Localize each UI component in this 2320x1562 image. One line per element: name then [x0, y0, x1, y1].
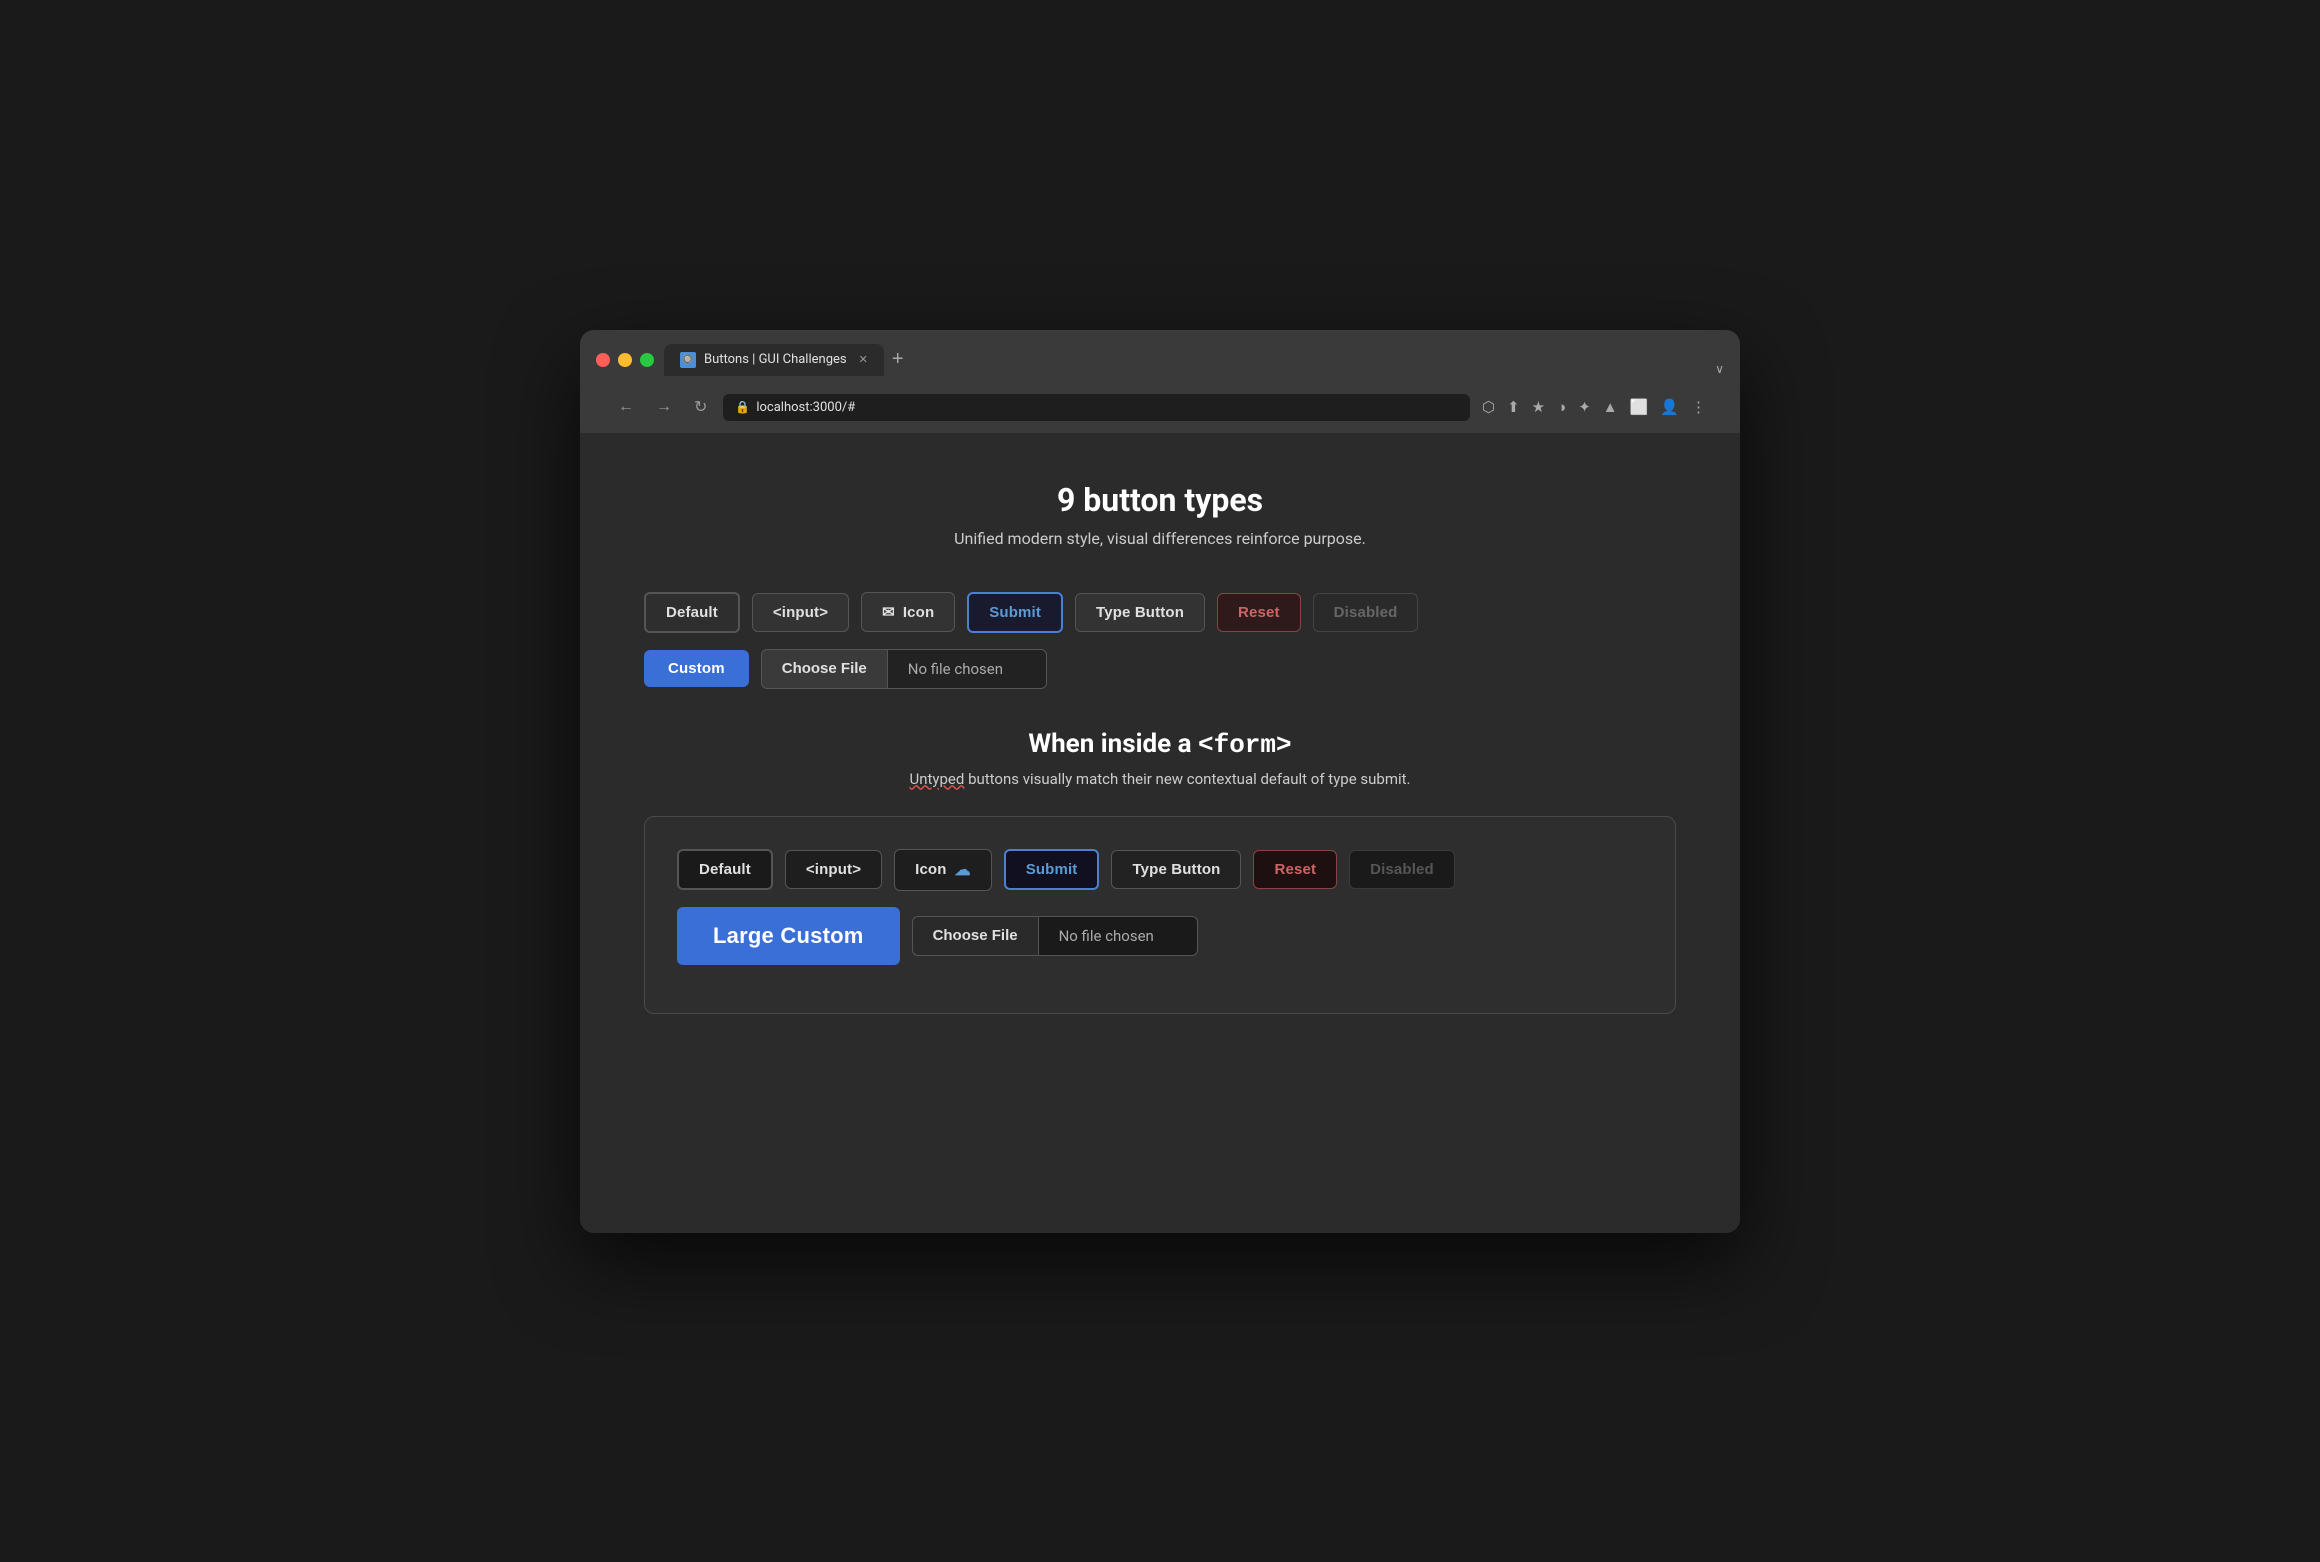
- form-section-subtitle: Untyped buttons visually match their new…: [644, 770, 1676, 788]
- custom-button[interactable]: Custom: [644, 650, 749, 687]
- icon-button[interactable]: ✉ Icon: [861, 592, 955, 632]
- choose-file-button[interactable]: Choose File: [761, 649, 887, 689]
- browser-window: 🔘 Buttons | GUI Challenges ✕ + ∨ ← → ↻ 🔒…: [580, 330, 1740, 1233]
- lock-icon: 🔒: [735, 400, 750, 414]
- traffic-lights: [596, 353, 654, 367]
- form-button-row-2: Large Custom Choose File No file chosen: [677, 907, 1643, 965]
- bookmark-icon[interactable]: ★: [1530, 396, 1547, 418]
- button-row-1: Default <input> ✉ Icon Submit Type Butto…: [644, 592, 1676, 633]
- close-button[interactable]: [596, 353, 610, 367]
- toolbar-icons: ⬡ ⬆ ★ ◑ ✦ ▲ ⬜ 👤 ⋮: [1480, 396, 1708, 418]
- type-button-button[interactable]: Type Button: [1075, 593, 1205, 632]
- page-title: 9 button types: [644, 481, 1676, 519]
- form-input-button[interactable]: <input>: [785, 850, 882, 889]
- envelope-icon: ✉: [882, 603, 895, 621]
- form-type-button-button[interactable]: Type Button: [1111, 850, 1241, 889]
- share-icon[interactable]: ⬆: [1505, 396, 1522, 418]
- page-content: 9 button types Unified modern style, vis…: [580, 433, 1740, 1233]
- form-section-title: When inside a <form>: [644, 729, 1676, 760]
- form-icon-button[interactable]: Icon ☁: [894, 849, 992, 891]
- sidebar-icon[interactable]: ⬜: [1628, 396, 1651, 418]
- form-no-file-chosen-label: No file chosen: [1038, 916, 1198, 956]
- forward-button[interactable]: →: [650, 396, 678, 418]
- external-link-icon[interactable]: ⬡: [1480, 396, 1497, 418]
- tab-bar: 🔘 Buttons | GUI Challenges ✕ + ∨: [664, 344, 1724, 376]
- default-button[interactable]: Default: [644, 592, 740, 633]
- maximize-button[interactable]: [640, 353, 654, 367]
- refresh-button[interactable]: ↻: [688, 395, 713, 419]
- form-default-button[interactable]: Default: [677, 849, 773, 890]
- form-file-input-wrapper: Choose File No file chosen: [912, 916, 1198, 956]
- minimize-button[interactable]: [618, 353, 632, 367]
- back-button[interactable]: ←: [612, 396, 640, 418]
- page-subtitle: Unified modern style, visual differences…: [644, 529, 1676, 548]
- form-section: When inside a <form> Untyped buttons vis…: [644, 729, 1676, 1014]
- file-input-wrapper: Choose File No file chosen: [761, 649, 1047, 689]
- address-input[interactable]: 🔒 localhost:3000/#: [723, 394, 1470, 421]
- submit-button[interactable]: Submit: [967, 592, 1063, 633]
- tab-title: Buttons | GUI Challenges: [704, 352, 847, 367]
- reset-button[interactable]: Reset: [1217, 593, 1301, 632]
- tab-chevron-icon[interactable]: ∨: [1715, 362, 1724, 376]
- cloud-icon: ☁: [955, 860, 971, 880]
- new-tab-button[interactable]: +: [884, 344, 912, 375]
- tab-favicon: 🔘: [680, 352, 696, 368]
- form-choose-file-button[interactable]: Choose File: [912, 916, 1038, 956]
- extension-icon-2[interactable]: ✦: [1576, 396, 1593, 418]
- form-button-row-1: Default <input> Icon ☁ Submit Type Butto…: [677, 849, 1643, 891]
- no-file-chosen-label: No file chosen: [887, 649, 1047, 689]
- title-bar: 🔘 Buttons | GUI Challenges ✕ + ∨ ← → ↻ 🔒…: [580, 330, 1740, 433]
- form-reset-button[interactable]: Reset: [1253, 850, 1337, 889]
- menu-icon[interactable]: ⋮: [1689, 396, 1708, 418]
- input-button[interactable]: <input>: [752, 593, 849, 632]
- extension-icon-3[interactable]: ▲: [1601, 396, 1620, 418]
- large-custom-button[interactable]: Large Custom: [677, 907, 900, 965]
- form-submit-button[interactable]: Submit: [1004, 849, 1100, 890]
- profile-icon[interactable]: 👤: [1658, 396, 1681, 418]
- extension-icon-1[interactable]: ◑: [1555, 396, 1568, 418]
- address-bar: ← → ↻ 🔒 localhost:3000/# ⬡ ⬆ ★ ◑ ✦ ▲ ⬜ 👤…: [596, 386, 1724, 433]
- button-row-2: Custom Choose File No file chosen: [644, 649, 1676, 689]
- active-tab[interactable]: 🔘 Buttons | GUI Challenges ✕: [664, 344, 884, 376]
- form-box: Default <input> Icon ☁ Submit Type Butto…: [644, 816, 1676, 1014]
- tab-close-button[interactable]: ✕: [859, 353, 868, 366]
- url-text: localhost:3000/#: [756, 400, 855, 415]
- disabled-button: Disabled: [1313, 593, 1419, 632]
- untyped-text: Untyped: [909, 770, 964, 788]
- form-disabled-button: Disabled: [1349, 850, 1455, 889]
